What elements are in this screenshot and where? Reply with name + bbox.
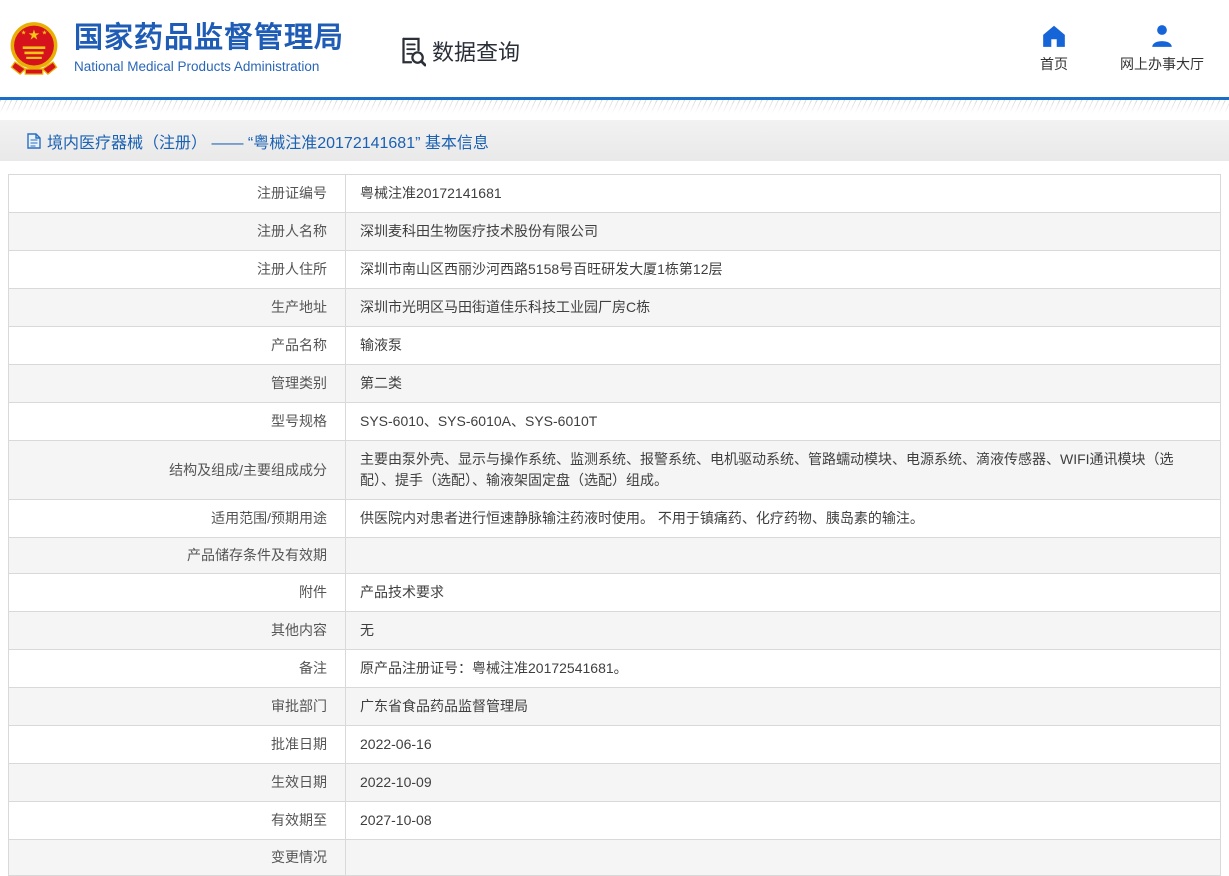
svg-text:★: ★ xyxy=(28,26,40,42)
row-value: 2022-06-16 xyxy=(345,725,1221,764)
row-label: 生产地址 xyxy=(271,299,327,315)
svg-text:★: ★ xyxy=(42,29,48,36)
hatch-band xyxy=(0,100,1229,114)
row-value: 深圳市光明区马田街道佳乐科技工业园厂房C栋 xyxy=(345,288,1221,327)
row-value: 产品技术要求 xyxy=(345,573,1221,612)
row-label: 适用范围/预期用途 xyxy=(211,510,327,526)
row-label: 型号规格 xyxy=(271,413,327,429)
document-search-icon xyxy=(396,35,427,67)
table-row: 生产地址 深圳市光明区马田街道佳乐科技工业园厂房C栋 xyxy=(8,288,1221,327)
table-row: 适用范围/预期用途 供医院内对患者进行恒速静脉输注药液时使用。 不用于镇痛药、化疗… xyxy=(8,499,1221,538)
nav-item-home[interactable]: 首页 xyxy=(1040,24,1068,74)
row-label: 产品储存条件及有效期 xyxy=(187,547,327,563)
row-value: 第二类 xyxy=(345,364,1221,403)
row-value: 粤械注准20172141681 xyxy=(345,174,1221,213)
nav-item-label: 首页 xyxy=(1040,55,1068,72)
row-value: 无 xyxy=(345,611,1221,650)
table-row: 其他内容 无 xyxy=(8,611,1221,650)
row-value: 2027-10-08 xyxy=(345,801,1221,840)
table-row: 变更情况 xyxy=(8,839,1221,876)
row-value: 深圳市南山区西丽沙河西路5158号百旺研发大厦1栋第12层 xyxy=(345,250,1221,289)
row-label: 审批部门 xyxy=(271,698,327,714)
row-label: 注册人名称 xyxy=(257,223,327,239)
row-label: 注册证编号 xyxy=(257,185,327,201)
table-row: 管理类别 第二类 xyxy=(8,364,1221,403)
brand-home-link[interactable]: ★ ★ ★ 国家药品监督管理局 National Medical Product… xyxy=(8,20,344,78)
table-row: 有效期至 2027-10-08 xyxy=(8,801,1221,840)
table-row: 注册人名称 深圳麦科田生物医疗技术股份有限公司 xyxy=(8,212,1221,251)
site-header: ★ ★ ★ 国家药品监督管理局 National Medical Product… xyxy=(0,0,1229,97)
row-label: 备注 xyxy=(299,660,327,676)
row-label: 变更情况 xyxy=(271,849,327,865)
site-subtitle: National Medical Products Administration xyxy=(74,58,320,74)
row-label: 注册人住所 xyxy=(257,261,327,277)
table-row: 产品名称 输液泵 xyxy=(8,326,1221,365)
row-label: 产品名称 xyxy=(271,337,327,353)
page-title-bar: 境内医疗器械（注册） —— “粤械注准20172141681” 基本信息 xyxy=(0,120,1229,161)
table-row: 生效日期 2022-10-09 xyxy=(8,763,1221,802)
row-label: 管理类别 xyxy=(271,375,327,391)
row-value: 2022-10-09 xyxy=(345,763,1221,802)
info-table-body: 注册证编号 粤械注准20172141681 注册人名称 深圳麦科田生物医疗技术股份有限… xyxy=(8,174,1221,876)
table-row: 结构及组成/主要组成成分 主要由泵外壳、显示与操作系统、监测系统、报警系统、电机驱… xyxy=(8,440,1221,500)
table-row: 批准日期 2022-06-16 xyxy=(8,725,1221,764)
table-row: 附件 产品技术要求 xyxy=(8,573,1221,612)
home-icon xyxy=(1041,24,1067,48)
table-row: 审批部门 广东省食品药品监督管理局 xyxy=(8,687,1221,726)
table-row: 型号规格 SYS-6010、SYS-6010A、SYS-6010T xyxy=(8,402,1221,441)
data-query-tab[interactable]: 数据查询 xyxy=(390,35,520,67)
table-row: 注册证编号 粤械注准20172141681 xyxy=(8,174,1221,213)
row-value: 原产品注册证号：粤械注准20172541681。 xyxy=(345,649,1221,688)
info-table: 注册证编号 粤械注准20172141681 注册人名称 深圳麦科田生物医疗技术股份有限… xyxy=(8,174,1221,876)
table-row: 产品储存条件及有效期 xyxy=(8,537,1221,574)
row-label: 结构及组成/主要组成成分 xyxy=(169,461,327,478)
nav-item-service-hall[interactable]: 网上办事大厅 xyxy=(1120,24,1204,74)
data-query-label: 数据查询 xyxy=(432,39,521,65)
row-value: 供医院内对患者进行恒速静脉输注药液时使用。 不用于镇痛药、化疗药物、胰岛素的输注… xyxy=(345,499,1221,538)
row-value: 主要由泵外壳、显示与操作系统、监测系统、报警系统、电机驱动系统、管路蠕动模块、电… xyxy=(345,440,1221,500)
document-icon xyxy=(27,132,41,149)
table-row: 注册人住所 深圳市南山区西丽沙河西路5158号百旺研发大厦1栋第12层 xyxy=(8,250,1221,289)
page-title: 境内医疗器械（注册） —— “粤械注准20172141681” 基本信息 xyxy=(47,134,489,152)
row-value: 深圳麦科田生物医疗技术股份有限公司 xyxy=(345,212,1221,251)
header-nav: 首页 网上办事大厅 xyxy=(1040,24,1204,74)
user-icon xyxy=(1149,24,1175,48)
site-title: 国家药品监督管理局 xyxy=(74,22,345,55)
row-label: 生效日期 xyxy=(271,774,327,790)
row-label: 批准日期 xyxy=(271,736,327,752)
row-value: 广东省食品药品监督管理局 xyxy=(345,687,1221,726)
national-emblem-logo: ★ ★ ★ xyxy=(8,20,60,78)
nav-item-label: 网上办事大厅 xyxy=(1120,55,1204,72)
svg-text:★: ★ xyxy=(21,29,27,36)
row-value xyxy=(345,839,1221,876)
table-row: 备注 原产品注册证号：粤械注准20172541681。 xyxy=(8,649,1221,688)
row-value: SYS-6010、SYS-6010A、SYS-6010T xyxy=(345,402,1221,441)
row-label: 附件 xyxy=(299,584,327,600)
row-label: 其他内容 xyxy=(271,622,327,638)
row-value: 输液泵 xyxy=(345,326,1221,365)
row-value xyxy=(345,537,1221,574)
row-label: 有效期至 xyxy=(271,812,327,828)
